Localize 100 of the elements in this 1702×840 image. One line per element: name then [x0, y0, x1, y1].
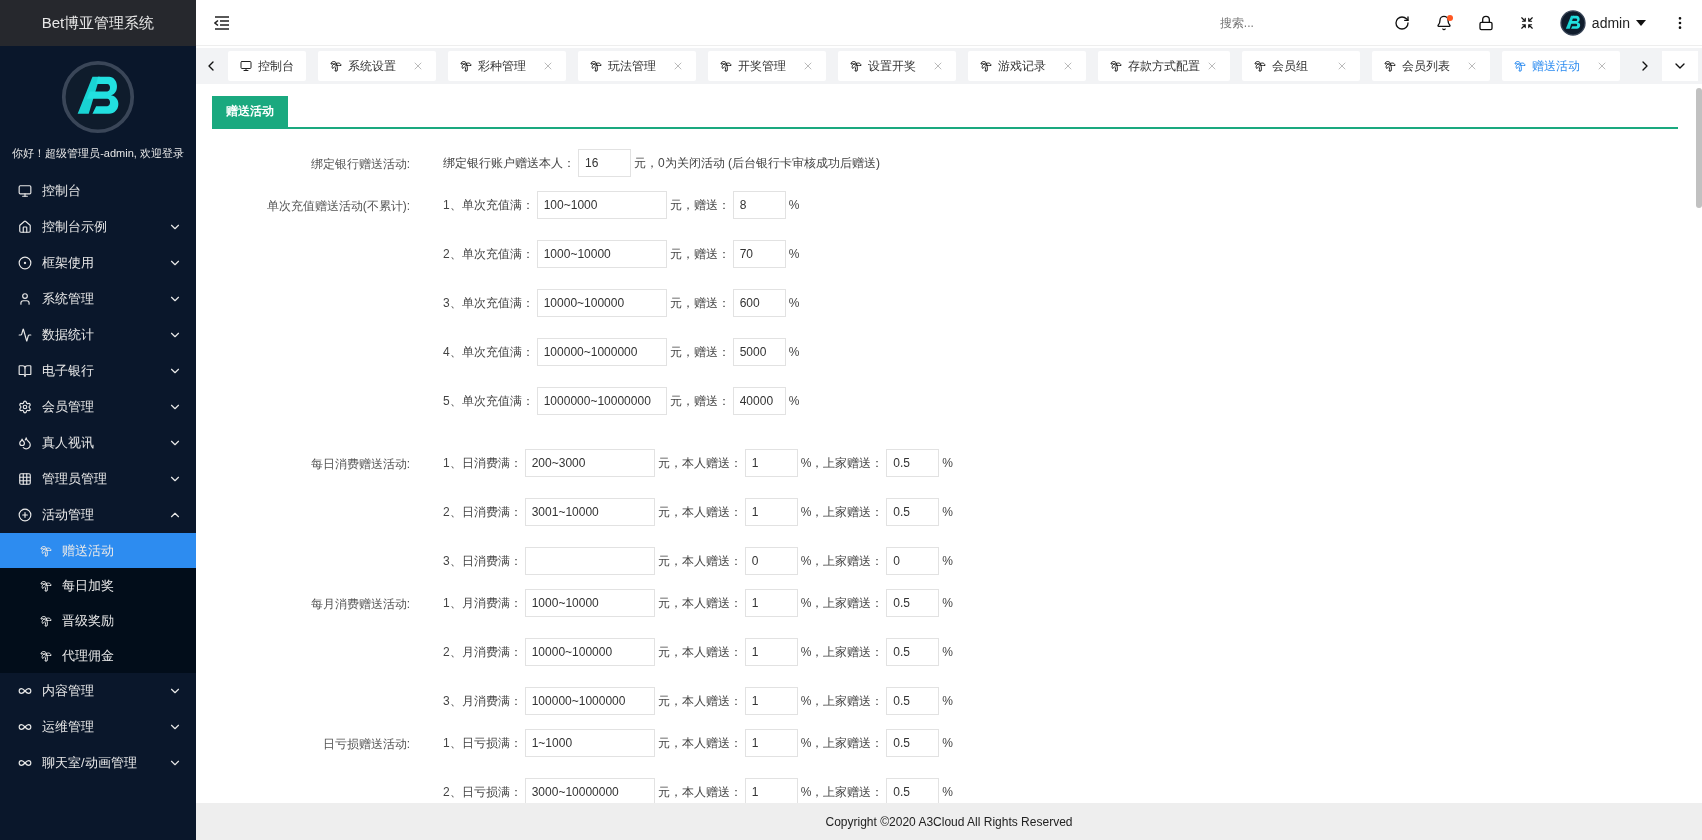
input-field[interactable]: 100000~1000000 [524, 687, 655, 715]
field-text: %，上家赠送： [800, 503, 884, 521]
field-text: 元，赠送： [669, 392, 730, 410]
input-field[interactable]: 1 [744, 498, 798, 526]
input-field[interactable]: 10000~100000 [524, 638, 655, 666]
input-field[interactable]: 70 [732, 240, 786, 268]
palm-icon [1514, 60, 1526, 72]
tab-menu-button[interactable] [1662, 51, 1698, 81]
sidebar-item[interactable]: 活动管理 [0, 497, 196, 533]
sidebar-item[interactable]: 真人视讯 [0, 425, 196, 461]
page-tab[interactable]: 设置开奖 [838, 51, 956, 81]
close-icon[interactable] [412, 60, 424, 72]
shrink-icon[interactable] [1519, 15, 1534, 30]
pulse-icon [18, 328, 32, 342]
input-field[interactable]: 1000~10000 [524, 589, 655, 617]
sidebar-item[interactable]: 控制台 [0, 173, 196, 209]
page-tab[interactable]: 控制台 [228, 51, 306, 81]
input-field[interactable]: 600 [732, 289, 786, 317]
page-tab[interactable]: 会员列表 [1372, 51, 1490, 81]
input-field[interactable]: 1 [744, 638, 798, 666]
input-field[interactable]: 100000~1000000 [536, 338, 667, 366]
close-icon[interactable] [1062, 60, 1074, 72]
field-text: 元，本人赠送： [657, 734, 742, 752]
sidebar-item[interactable]: 运维管理 [0, 709, 196, 745]
input-field[interactable]: 200~3000 [524, 449, 655, 477]
gear-icon [18, 400, 32, 414]
sidebar-item[interactable]: 管理员管理 [0, 461, 196, 497]
input-field[interactable]: 40000 [732, 387, 786, 415]
input-field[interactable]: 1 [744, 729, 798, 757]
input-field[interactable]: 8 [732, 191, 786, 219]
page-tab[interactable]: 系统设置 [318, 51, 436, 81]
submenu-item[interactable]: 代理佣金 [0, 638, 196, 673]
input-field[interactable]: 3000~10000000 [524, 778, 655, 803]
page-tab[interactable]: 玩法管理 [578, 51, 696, 81]
input-field[interactable]: 0.5 [886, 638, 940, 666]
close-icon[interactable] [672, 60, 684, 72]
submenu-item[interactable]: 每日加奖 [0, 568, 196, 603]
close-icon[interactable] [802, 60, 814, 72]
input-field[interactable]: 0.5 [886, 778, 940, 803]
field-text: 5、单次充值满： [443, 392, 534, 410]
input-field[interactable]: 1 [744, 687, 798, 715]
input-field[interactable]: 0 [744, 547, 798, 575]
app-title: Bet博亚管理系统 [0, 0, 196, 46]
field-text: % [788, 296, 800, 310]
input-field[interactable]: 100~1000 [536, 191, 667, 219]
sidebar-item[interactable]: 电子银行 [0, 353, 196, 389]
input-field[interactable]: 0.5 [886, 589, 940, 617]
sidebar-item[interactable]: 聊天室/动画管理 [0, 745, 196, 781]
palm-icon [40, 579, 52, 592]
field-text: 元，本人赠送： [657, 783, 742, 801]
field-text: %，上家赠送： [800, 734, 884, 752]
bell-icon[interactable] [1435, 14, 1452, 31]
input-field[interactable]: 16 [578, 149, 631, 177]
palm-icon [980, 60, 992, 72]
input-field[interactable]: 1~1000 [524, 729, 655, 757]
lock-icon[interactable] [1477, 14, 1494, 31]
palm-icon [850, 60, 862, 72]
sidebar-item[interactable]: 框架使用 [0, 245, 196, 281]
page-tab[interactable]: 游戏记录 [968, 51, 1086, 81]
input-field[interactable]: 0 [886, 547, 940, 575]
sidebar-item[interactable]: 内容管理 [0, 673, 196, 709]
field-text: 3、单次充值满： [443, 294, 534, 312]
user-name[interactable]: admin [1591, 14, 1630, 31]
field-text: % [942, 785, 954, 799]
input-field[interactable]: 3001~10000 [524, 498, 655, 526]
close-icon[interactable] [1336, 60, 1348, 72]
refresh-icon[interactable] [1393, 14, 1410, 31]
page-tab[interactable]: 会员组 [1242, 51, 1360, 81]
input-field[interactable]: 1 [744, 778, 798, 803]
input-field[interactable]: 10000~100000 [536, 289, 667, 317]
submenu-item[interactable]: 晋级奖励 [0, 603, 196, 638]
close-icon[interactable] [1206, 60, 1218, 72]
sidebar-item[interactable]: 数据统计 [0, 317, 196, 353]
scrollbar[interactable] [1696, 88, 1702, 208]
close-icon[interactable] [1596, 60, 1608, 72]
close-icon[interactable] [542, 60, 554, 72]
close-icon[interactable] [932, 60, 944, 72]
input-field[interactable]: 1 [744, 449, 798, 477]
page-tab[interactable]: 存款方式配置 [1098, 51, 1230, 81]
field-text: 2、单次充值满： [443, 245, 534, 263]
input-field[interactable]: 1000000~10000000 [536, 387, 667, 415]
input-field[interactable]: 0.5 [886, 498, 940, 526]
sidebar-item[interactable]: 会员管理 [0, 389, 196, 425]
close-icon[interactable] [1466, 60, 1478, 72]
page-tab[interactable]: 彩种管理 [448, 51, 566, 81]
palm-icon [1110, 60, 1122, 72]
input-field[interactable]: 1000~10000 [536, 240, 667, 268]
menu-fold-icon[interactable] [214, 15, 230, 30]
input-field[interactable]: 5000 [732, 338, 786, 366]
input-field[interactable]: 0.5 [886, 729, 940, 757]
page-tab[interactable]: 开奖管理 [708, 51, 826, 81]
input-field[interactable]: 0.5 [886, 687, 940, 715]
input-field[interactable] [524, 547, 655, 575]
page-tab[interactable]: 赠送活动 [1502, 51, 1620, 81]
palm-icon [720, 60, 732, 72]
input-field[interactable]: 0.5 [886, 449, 940, 477]
sidebar-item[interactable]: 控制台示例 [0, 209, 196, 245]
sidebar-item[interactable]: 系统管理 [0, 281, 196, 317]
input-field[interactable]: 1 [744, 589, 798, 617]
field-text: 元，本人赠送： [657, 454, 742, 472]
